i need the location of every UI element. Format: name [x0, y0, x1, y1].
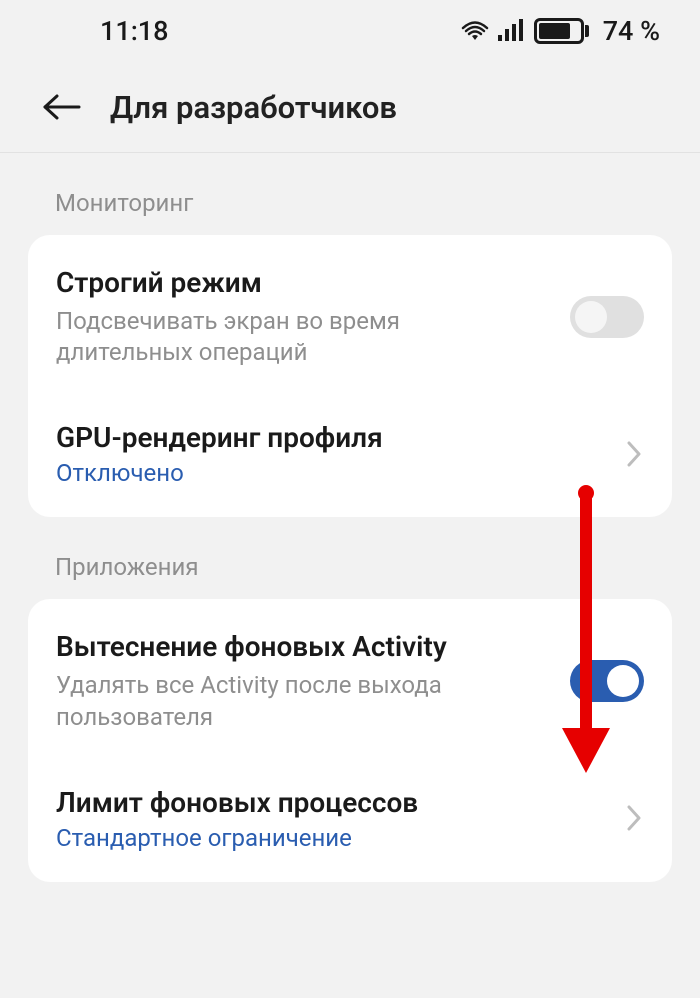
section-label-apps: Приложения [0, 517, 700, 599]
chevron-right-icon [624, 801, 644, 835]
card-monitoring: Строгий режим Подсвечивать экран во врем… [28, 235, 672, 517]
wifi-icon [460, 19, 490, 43]
row-value: Отключено [56, 459, 608, 487]
row-dont-keep-activities[interactable]: Вытеснение фоновых Activity Удалять все … [28, 603, 672, 758]
row-title: Лимит фоновых процессов [56, 785, 608, 820]
battery-percent: 74 % [603, 15, 660, 47]
row-title: Вытеснение фоновых Activity [56, 629, 554, 664]
arrow-left-icon [41, 93, 81, 121]
status-bar: 11:18 74 % [0, 0, 700, 60]
section-label-monitoring: Мониторинг [0, 153, 700, 235]
row-background-process-limit[interactable]: Лимит фоновых процессов Стандартное огра… [28, 759, 672, 878]
card-apps: Вытеснение фоновых Activity Удалять все … [28, 599, 672, 881]
toggle-dont-keep-activities[interactable] [570, 660, 644, 702]
row-subtitle: Удалять все Activity после выхода пользо… [56, 670, 476, 732]
row-value: Стандартное ограничение [56, 824, 608, 852]
back-button[interactable] [40, 86, 82, 128]
row-subtitle: Подсвечивать экран во время длительных о… [56, 306, 476, 368]
row-strict-mode[interactable]: Строгий режим Подсвечивать экран во врем… [28, 239, 672, 394]
page-header: Для разработчиков [0, 60, 700, 153]
row-title: GPU-рендеринг профиля [56, 420, 608, 455]
toggle-strict-mode[interactable] [570, 296, 644, 338]
row-title: Строгий режим [56, 265, 554, 300]
status-right: 74 % [460, 15, 660, 47]
page-title: Для разработчиков [110, 89, 397, 126]
chevron-right-icon [624, 437, 644, 471]
battery-icon [534, 18, 589, 44]
signal-icon [498, 19, 526, 43]
status-time: 11:18 [100, 15, 169, 47]
row-gpu-profiling[interactable]: GPU-рендеринг профиля Отключено [28, 394, 672, 513]
